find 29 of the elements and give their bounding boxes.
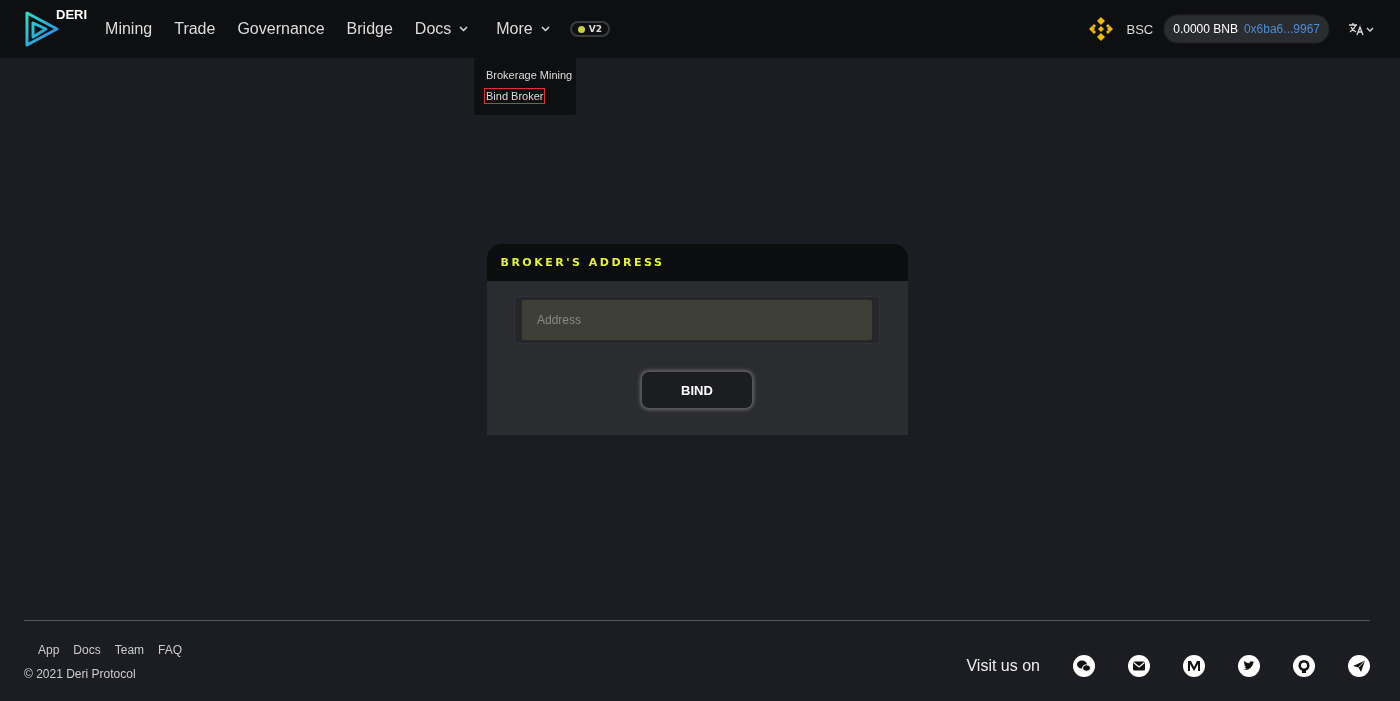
address-field[interactable]: Address	[515, 297, 879, 343]
caret-icon	[459, 26, 469, 32]
nav-link[interactable]: Trade	[174, 20, 216, 38]
bind-button[interactable]: BIND	[641, 371, 753, 409]
footer-link[interactable]: FAQ	[158, 643, 183, 657]
card-title: BROKER'S ADDRESS	[500, 256, 665, 269]
version-badge: V2	[569, 21, 610, 37]
medium-icon[interactable]	[1183, 655, 1205, 677]
footer-link[interactable]: App	[38, 643, 60, 657]
caret-icon	[540, 26, 550, 32]
footer-link[interactable]: Docs	[73, 643, 101, 657]
paper-plane-icon[interactable]	[1348, 655, 1370, 677]
network-label: BSC	[1126, 21, 1154, 37]
footer-link[interactable]: Team	[114, 643, 145, 657]
visit-label: Visit us on	[966, 657, 1040, 675]
nav-link[interactable]: Bridge	[346, 20, 393, 38]
wallet-button[interactable]: 0.0000 BNB 0x6ba6...9967	[1165, 16, 1328, 42]
envelope-icon[interactable]	[1128, 655, 1150, 677]
language-icon[interactable]	[1348, 22, 1376, 36]
copyright-text: © 2021 Deri Protocol	[24, 667, 137, 681]
menu-item[interactable]: Bind Broker	[484, 88, 546, 104]
nav-link[interactable]: Governance	[237, 20, 325, 38]
chat-bubbles-icon[interactable]	[1073, 655, 1095, 677]
nav-link[interactable]: Mining	[105, 20, 153, 38]
bird-icon[interactable]	[1238, 655, 1260, 677]
menu-item[interactable]: Brokerage Mining	[484, 67, 575, 83]
logo-text: DERI	[56, 7, 88, 22]
nav-link[interactable]: Docs	[414, 20, 469, 38]
nav-link[interactable]: More	[496, 20, 550, 38]
